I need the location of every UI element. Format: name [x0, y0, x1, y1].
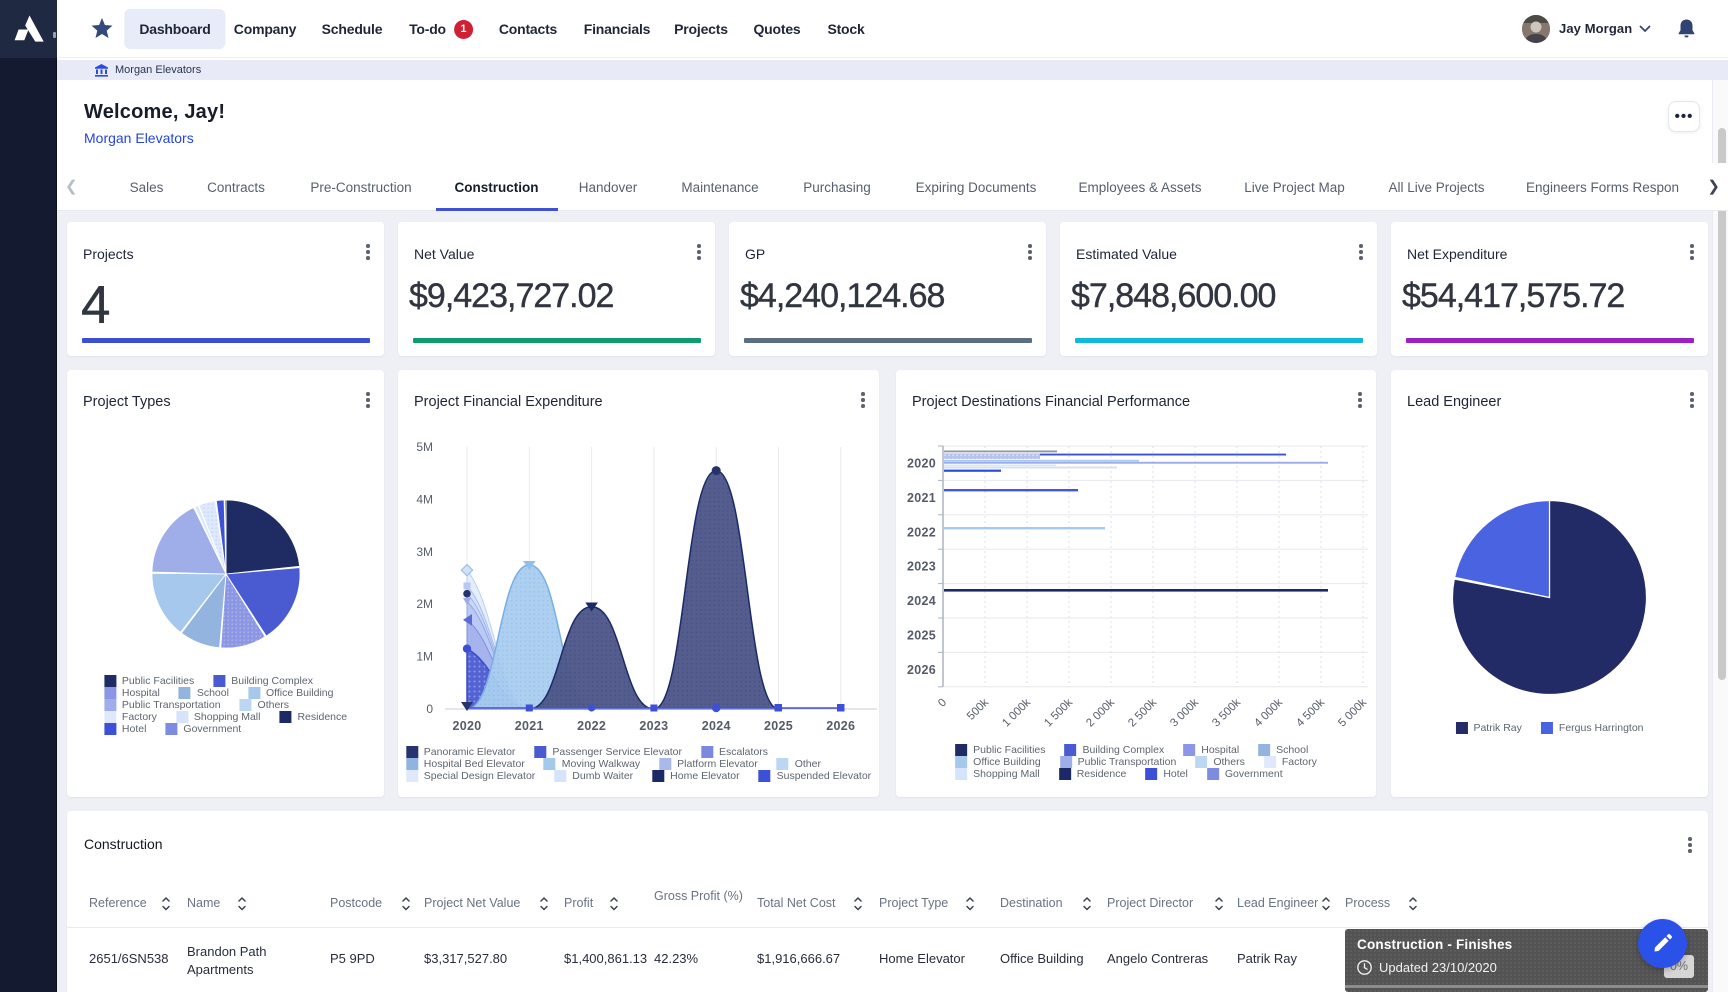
- svg-text:2022: 2022: [907, 525, 936, 539]
- svg-text:2026: 2026: [826, 719, 855, 733]
- svg-text:5M: 5M: [416, 440, 433, 454]
- svg-text:3 000k: 3 000k: [1168, 696, 1201, 729]
- svg-text:500k: 500k: [965, 696, 991, 722]
- svg-text:3 500k: 3 500k: [1210, 696, 1243, 729]
- svg-text:1 500k: 1 500k: [1042, 696, 1075, 729]
- svg-text:2025: 2025: [764, 719, 793, 733]
- svg-text:2 500k: 2 500k: [1126, 696, 1159, 729]
- svg-text:2024: 2024: [702, 719, 731, 733]
- svg-text:2025: 2025: [907, 629, 936, 643]
- svg-text:2021: 2021: [907, 491, 936, 505]
- svg-text:2022: 2022: [577, 719, 606, 733]
- svg-text:0: 0: [936, 697, 949, 710]
- svg-text:1 000k: 1 000k: [1000, 696, 1033, 729]
- svg-text:4 000k: 4 000k: [1252, 696, 1285, 729]
- svg-text:2023: 2023: [639, 719, 668, 733]
- svg-text:2 000k: 2 000k: [1084, 696, 1117, 729]
- svg-text:2023: 2023: [907, 560, 936, 574]
- svg-text:2020: 2020: [907, 457, 936, 471]
- svg-text:2M: 2M: [416, 597, 433, 611]
- svg-text:2021: 2021: [515, 719, 544, 733]
- svg-text:2020: 2020: [452, 719, 481, 733]
- svg-text:4M: 4M: [416, 492, 433, 506]
- svg-text:4 500k: 4 500k: [1294, 696, 1327, 729]
- svg-text:3M: 3M: [416, 545, 433, 559]
- svg-text:2024: 2024: [907, 594, 936, 608]
- svg-text:5 000k: 5 000k: [1336, 696, 1369, 729]
- svg-text:2026: 2026: [907, 663, 936, 677]
- svg-text:1M: 1M: [416, 650, 433, 664]
- svg-text:0: 0: [426, 702, 433, 716]
